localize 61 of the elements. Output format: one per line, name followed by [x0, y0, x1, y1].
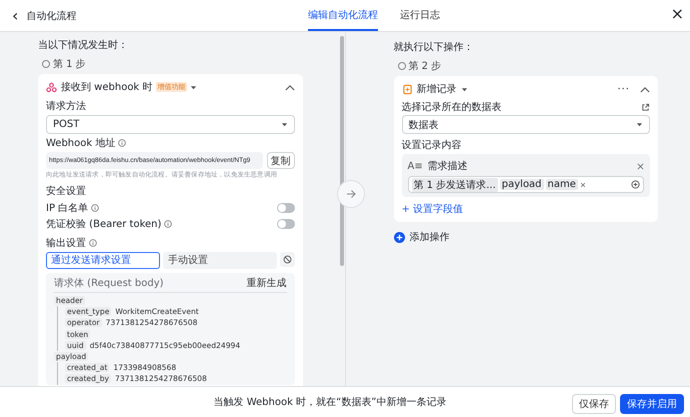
clear-button[interactable] — [280, 252, 294, 267]
step-circle-icon — [42, 60, 50, 68]
collapse-icon[interactable] — [284, 84, 294, 90]
method-select[interactable]: POST — [46, 115, 294, 134]
window-title: 自动化流程 — [26, 10, 76, 22]
set-field-link[interactable]: + 设置字段值 — [402, 202, 464, 216]
output-tab[interactable]: 通过发送请求设置 — [46, 252, 160, 269]
section-heading: 就执行以下操作： — [394, 40, 474, 54]
more-button[interactable]: ··· — [617, 84, 630, 94]
info-icon — [164, 220, 172, 228]
webhook-icon — [46, 82, 57, 92]
section-label: 输出设置 — [46, 236, 86, 250]
regenerate-link[interactable]: 重新生成 — [246, 276, 286, 290]
field-name: 需求描述 — [428, 160, 468, 173]
section-heading: 当以下情况发生时： — [38, 38, 129, 52]
block-icon — [282, 255, 292, 264]
panel-title: 请求体 (Request body) — [54, 276, 164, 290]
step-circle-icon — [398, 62, 406, 70]
output-tab[interactable]: 手动设置 — [162, 252, 276, 269]
action-title: 新增记录 — [416, 82, 456, 96]
back-button[interactable]: ‹ — [12, 8, 18, 24]
add-action-link[interactable]: 添加操作 — [410, 230, 450, 244]
add-variable-icon[interactable] — [631, 180, 640, 189]
tab[interactable]: 运行日志 — [400, 0, 440, 31]
toggle-switch[interactable] — [276, 203, 294, 213]
text-type-icon: A≡ — [408, 160, 423, 172]
info-icon — [89, 239, 97, 247]
field-label: 设置记录内容 — [402, 138, 462, 152]
add-icon[interactable] — [394, 232, 404, 242]
section-label: 安全设置 — [46, 184, 87, 198]
table-select[interactable]: 数据表 — [402, 115, 650, 134]
arrow-right-icon — [345, 188, 357, 200]
caret-icon — [280, 121, 288, 128]
summary-text: 当触发 Webhook 时，就在“数据表”中新增一条记录 — [214, 396, 446, 409]
save-enable-button[interactable]: 保存并启用 — [620, 394, 684, 414]
variable-token: payload — [500, 179, 544, 190]
step-label: 第 2 步 — [408, 60, 442, 73]
toggle-switch[interactable] — [276, 219, 294, 229]
trigger-title: 接收到 webhook 时 — [61, 80, 152, 94]
toggle-label: 凭证校验 (Bearer token) — [46, 218, 162, 231]
copy-button[interactable]: 复制 — [266, 152, 294, 169]
remove-icon[interactable] — [580, 182, 586, 188]
external-link-icon[interactable] — [641, 102, 650, 112]
field-label: Webhook 地址 — [46, 136, 116, 150]
caret-icon[interactable] — [190, 84, 198, 90]
field-label: 请求方法 — [46, 100, 87, 113]
close-icon[interactable] — [637, 162, 644, 170]
info-icon — [118, 139, 126, 147]
caret-icon[interactable] — [460, 86, 468, 92]
variable-token: 第 1 步发送请求... — [412, 178, 498, 192]
toggle-label: IP 白名单 — [46, 202, 88, 215]
save-button[interactable]: 仅保存 — [572, 394, 616, 414]
close-button[interactable]: × — [670, 6, 684, 22]
field-label: 选择记录所在的数据表 — [402, 100, 502, 114]
value-input[interactable]: 第 1 步发送请求... payload name — [408, 176, 644, 193]
collapse-icon[interactable] — [640, 86, 650, 92]
step-label: 第 1 步 — [53, 58, 86, 71]
caret-icon — [636, 121, 643, 128]
record-icon — [402, 84, 412, 94]
variable-token: name — [546, 179, 578, 190]
info-icon — [91, 204, 100, 212]
